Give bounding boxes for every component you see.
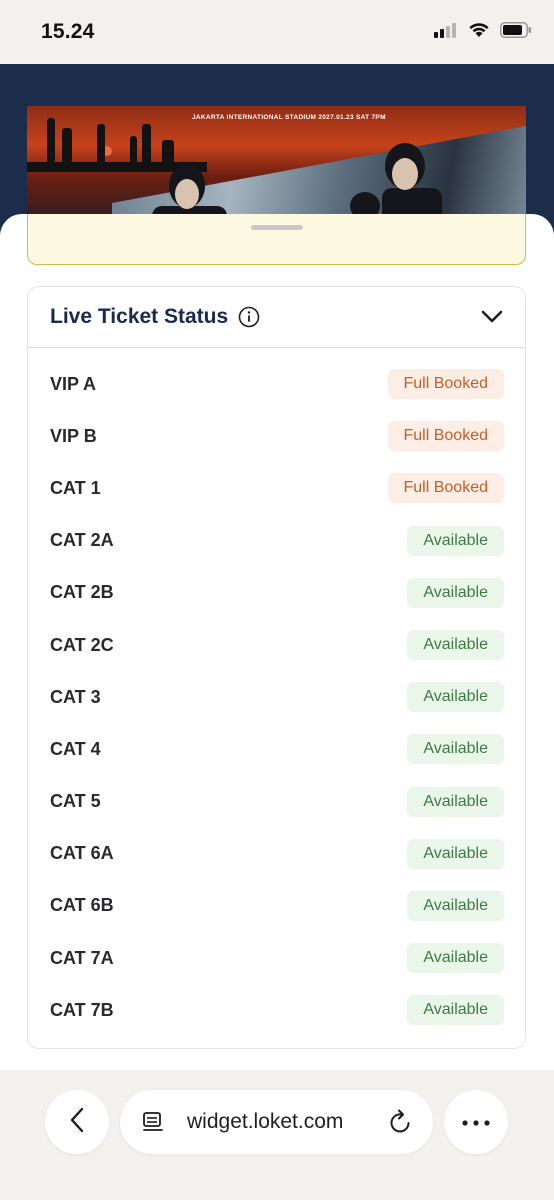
ticket-category-name: CAT 2B xyxy=(50,582,114,603)
more-button[interactable] xyxy=(444,1090,508,1154)
ticket-category-name: VIP A xyxy=(50,373,97,394)
status-bar: 15.24 xyxy=(0,0,554,64)
ticket-status-badge: Available xyxy=(407,577,504,608)
ticket-row: CAT 5 Available xyxy=(28,776,525,828)
browser-toolbar: widget.loket.com xyxy=(0,1070,554,1200)
address-bar[interactable]: widget.loket.com xyxy=(120,1090,433,1154)
ticket-row: CAT 3 Available xyxy=(28,671,525,723)
ticket-row: CAT 7B Available xyxy=(28,984,525,1036)
ticket-status-badge: Available xyxy=(407,630,504,661)
ticket-category-name: VIP B xyxy=(50,425,97,446)
ticket-category-name: CAT 2A xyxy=(50,530,114,551)
ticket-row: CAT 6B Available xyxy=(28,880,525,932)
ticket-status-badge: Available xyxy=(407,943,504,974)
banner-event-text: JAKARTA INTERNATIONAL STADIUM 2027.01.23… xyxy=(192,114,386,121)
ticket-row: CAT 1 Full Booked xyxy=(28,462,525,514)
status-icons xyxy=(434,22,532,43)
ticket-status-badge: Available xyxy=(407,995,504,1026)
ticket-row: VIP A Full Booked xyxy=(28,358,525,410)
ticket-category-name: CAT 6B xyxy=(50,895,114,916)
reader-mode-icon[interactable] xyxy=(142,1111,164,1138)
ticket-category-name: CAT 7A xyxy=(50,947,114,968)
reload-icon[interactable] xyxy=(389,1109,413,1140)
ticket-row: CAT 7A Available xyxy=(28,932,525,984)
ticket-status-badge: Full Booked xyxy=(387,421,504,452)
ticket-category-name: CAT 6A xyxy=(50,843,114,864)
ticket-row: CAT 2B Available xyxy=(28,567,525,619)
event-header: JAKARTA INTERNATIONAL STADIUM 2027.01.23… xyxy=(0,64,554,236)
ticket-status-badge: Available xyxy=(407,786,504,817)
battery-icon xyxy=(500,22,532,43)
ticket-category-name: CAT 5 xyxy=(50,791,101,812)
ticket-status-badge: Available xyxy=(407,682,504,713)
ticket-category-name: CAT 2C xyxy=(50,634,114,655)
ticket-status-title: Live Ticket Status xyxy=(50,305,229,328)
notice-box xyxy=(27,214,526,265)
ticket-row: CAT 2C Available xyxy=(28,619,525,671)
ticket-row: CAT 4 Available xyxy=(28,723,525,775)
ticket-status-badge: Available xyxy=(407,890,504,921)
live-ticket-status-card: Live Ticket Status VIP A Full Booked VIP B… xyxy=(27,286,526,1049)
ticket-status-badge: Full Booked xyxy=(387,473,504,504)
ticket-row: CAT 2A Available xyxy=(28,515,525,567)
ticket-category-name: CAT 4 xyxy=(50,738,101,759)
ticket-category-name: CAT 1 xyxy=(50,477,101,498)
chevron-down-icon[interactable] xyxy=(481,310,503,324)
ticket-status-list: VIP A Full Booked VIP B Full Booked CAT 1 Ful… xyxy=(28,348,525,1036)
more-dots-icon xyxy=(462,1113,490,1131)
ticket-row: VIP B Full Booked xyxy=(28,410,525,462)
url-text[interactable]: widget.loket.com xyxy=(187,1110,343,1134)
ticket-status-header[interactable]: Live Ticket Status xyxy=(28,287,525,348)
back-button[interactable] xyxy=(45,1090,109,1154)
sheet-grabber[interactable] xyxy=(251,225,303,230)
info-icon[interactable] xyxy=(238,306,260,328)
chevron-left-icon xyxy=(69,1107,85,1138)
bottom-sheet: Live Ticket Status VIP A Full Booked VIP B… xyxy=(0,214,554,1070)
ticket-status-badge: Available xyxy=(407,838,504,869)
status-time: 15.24 xyxy=(41,20,95,43)
cellular-signal-icon xyxy=(434,22,458,43)
ticket-row: CAT 6A Available xyxy=(28,828,525,880)
ticket-category-name: CAT 3 xyxy=(50,686,101,707)
ticket-status-badge: Available xyxy=(407,734,504,765)
ticket-status-badge: Full Booked xyxy=(387,369,504,400)
ticket-status-badge: Available xyxy=(407,525,504,556)
ticket-category-name: CAT 7B xyxy=(50,999,114,1020)
wifi-icon xyxy=(468,22,490,43)
